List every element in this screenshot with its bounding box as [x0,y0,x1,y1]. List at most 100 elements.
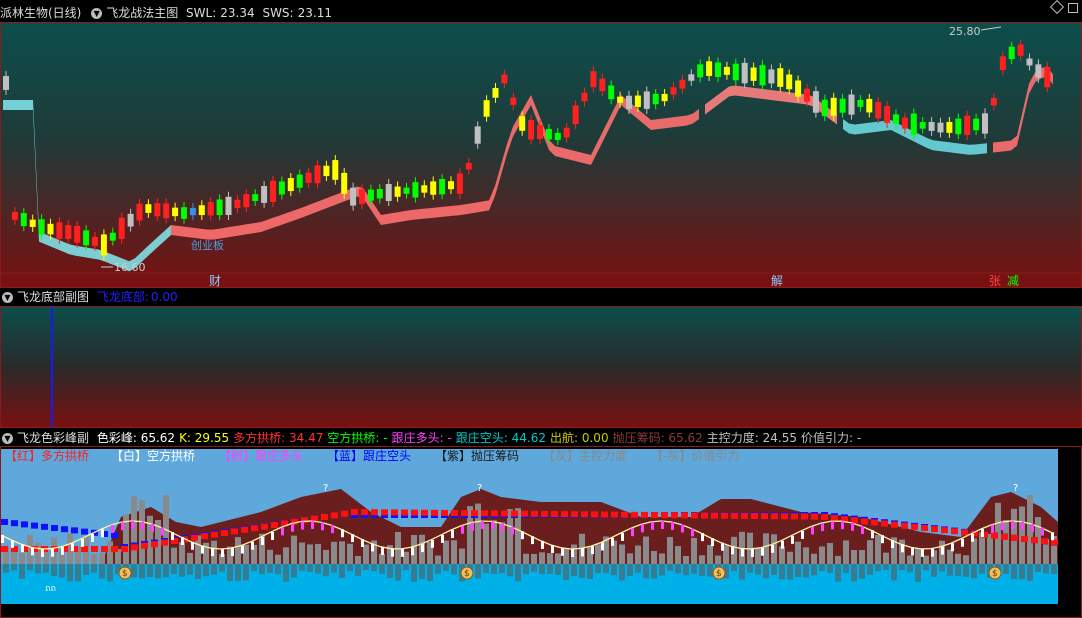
value-bar [547,564,553,574]
sub2-item-3: 空方拱桥: - [327,431,388,445]
value-bar [235,564,241,582]
candle-body [857,100,864,107]
sub1-title[interactable]: 飞龙底部副图 [17,290,89,304]
bull-arch-block [451,510,458,516]
follow-bar [1051,532,1054,541]
candle-body [839,98,846,113]
bull-arch-block [361,509,368,516]
value-bar [379,564,385,574]
bull-arch-block [151,541,158,548]
bull-arch-block [831,515,838,522]
date-marker-zhang[interactable]: 张 [989,274,1001,287]
bull-arch-block [871,519,878,526]
sub2-title[interactable]: 飞龙色彩峰副 [17,431,89,445]
legend-item-6: 【-灰】价值引力 [651,448,739,463]
candle-body [999,56,1006,71]
date-marker-jie[interactable]: 解 [771,274,783,287]
sub1-background [1,307,1081,427]
value-bar [227,564,233,582]
candle-body [100,234,107,256]
bear-arch-block [61,526,68,533]
value-bar [939,564,945,572]
bull-arch-block [121,546,128,552]
control-bar [179,542,185,564]
candle-body [759,65,766,86]
bull-arch-block [901,522,908,529]
follow-bar [471,522,474,531]
value-bar [851,564,857,582]
candle-body [884,106,891,123]
sub1-chart[interactable] [1,307,1081,427]
value-bar [1027,564,1033,581]
value-bar [891,564,897,581]
value-bar [787,564,793,580]
dollar-symbol: $ [992,569,998,579]
question-mark-0: ? [323,483,328,494]
candle-body [154,203,161,217]
follow-bar [1041,527,1044,536]
follow-bar [801,530,804,539]
candle-body [136,203,143,221]
follow-bar [861,525,864,534]
indicator-menu-icon[interactable]: ▼ [91,8,103,19]
value-bar [683,564,689,576]
follow-bar [851,522,854,531]
bull-arch-block [1031,537,1038,544]
sub2-menu-icon[interactable]: ▼ [2,433,13,444]
bull-arch-block [271,522,278,528]
candle-body [20,213,27,227]
bear-arch-block [11,520,18,527]
sub2-item-6: 出航: 0.00 [550,431,609,445]
date-marker-jian[interactable]: 减 [1007,274,1019,287]
value-bar [859,564,865,579]
value-bar [419,564,425,580]
legend-item-1: 【白】空方拱桥 [111,448,195,463]
follow-bar [281,527,284,536]
bull-arch-block [391,509,398,516]
bull-arch-block [321,514,328,520]
value-bar [523,564,529,575]
bull-arch-block [401,509,408,516]
follow-bar [521,531,524,540]
control-bar [363,544,369,564]
candle-body [118,217,125,239]
control-bar [275,554,281,564]
sub1-value-label: 飞龙底部: [96,290,149,304]
value-bar [371,564,377,572]
control-bar [483,523,489,564]
candle-body [296,174,303,188]
control-bar [435,555,441,564]
candle-body [29,219,36,227]
bear-arch-block [81,528,88,535]
sub1-menu-icon[interactable]: ▼ [2,292,13,303]
value-bar [867,564,873,575]
candle-body [198,205,205,216]
stock-name[interactable]: 派林生物(日线) [0,6,81,20]
date-marker-cai[interactable]: 财 [209,274,221,287]
window-square-icon[interactable] [1068,3,1078,13]
bull-arch-block [931,526,938,533]
control-bar [963,555,969,564]
value-bar [675,564,681,574]
candle-body [706,61,713,76]
sub2-chart[interactable]: 【红】多方拱桥 【白】空方拱桥 【粉】跟庄多头 【蓝】跟庄空头 【紫】抛压筹码 【灰】主控… [1,447,1081,617]
sub1-panel[interactable] [0,306,1082,428]
follow-bar [771,544,774,553]
follow-bar [781,540,784,549]
follow-bar [871,530,874,539]
sub2-panel[interactable]: 【红】多方拱桥 【白】空方拱桥 【粉】跟庄多头 【蓝】跟庄空头 【紫】抛压筹码 【灰】主控… [0,446,1082,618]
main-chart-panel[interactable]: 25.80 16.60 创业板 财 解 张 减 [0,22,1082,288]
candle-body [812,91,819,113]
candlestick-chart[interactable]: 25.80 16.60 创业板 财 解 张 减 [1,23,1081,287]
value-bar [1051,564,1057,575]
control-bar [379,553,385,564]
value-bar [827,564,833,573]
value-bar [747,564,753,573]
bull-arch-block [131,544,138,551]
candle-body [643,91,650,109]
value-bar [835,564,841,582]
candle-body [990,98,997,106]
bull-arch-block [251,525,258,532]
main-indicator-title[interactable]: 飞龙战法主图 [106,6,178,20]
candle-body [492,88,499,98]
